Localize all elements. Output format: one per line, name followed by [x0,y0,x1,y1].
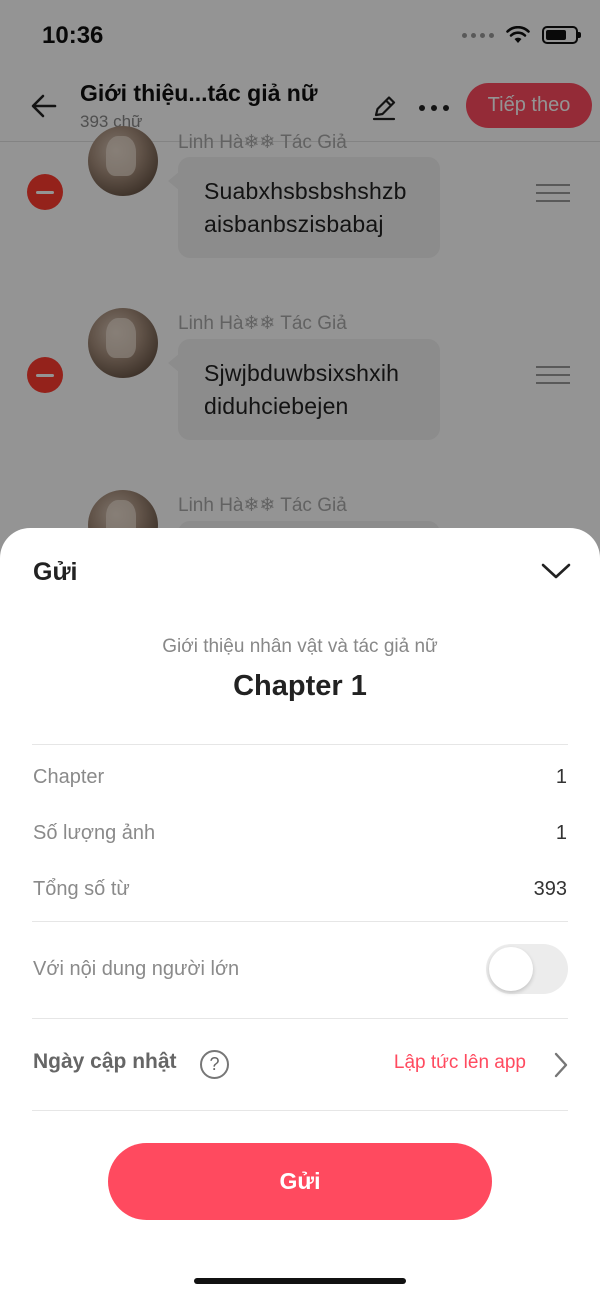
stat-value-words: 393 [533,878,567,900]
divider [32,921,568,922]
update-date-value[interactable]: Lập tức lên app [394,1052,526,1074]
toggle-knob [489,947,533,991]
stat-value-chapter: 1 [555,766,567,788]
stat-label-chapter: Chapter [33,766,105,788]
divider [32,1110,568,1111]
divider [32,1018,568,1019]
submit-button[interactable]: Gửi [108,1143,492,1220]
collapse-button[interactable] [538,556,574,586]
divider [32,744,568,745]
home-indicator [194,1278,406,1284]
chevron-down-icon [541,563,571,579]
stat-value-images: 1 [555,822,567,844]
sheet-title: Gửi [33,558,78,586]
adult-content-toggle[interactable] [486,944,568,994]
chapter-title: Chapter 1 [233,670,367,702]
chevron-right-icon[interactable] [550,1050,572,1080]
update-date-label: Ngày cập nhật [33,1050,177,1073]
adult-content-label: Với nội dung người lớn [33,958,240,980]
book-title: Giới thiệu nhân vật và tác giả nữ [162,636,438,657]
submit-bottom-sheet: Gửi Giới thiệu nhân vật và tác giả nữ Ch… [0,528,600,1299]
help-icon[interactable]: ? [200,1050,229,1079]
stat-label-words: Tổng số từ [33,878,130,900]
stat-label-images: Số lượng ảnh [33,822,156,844]
